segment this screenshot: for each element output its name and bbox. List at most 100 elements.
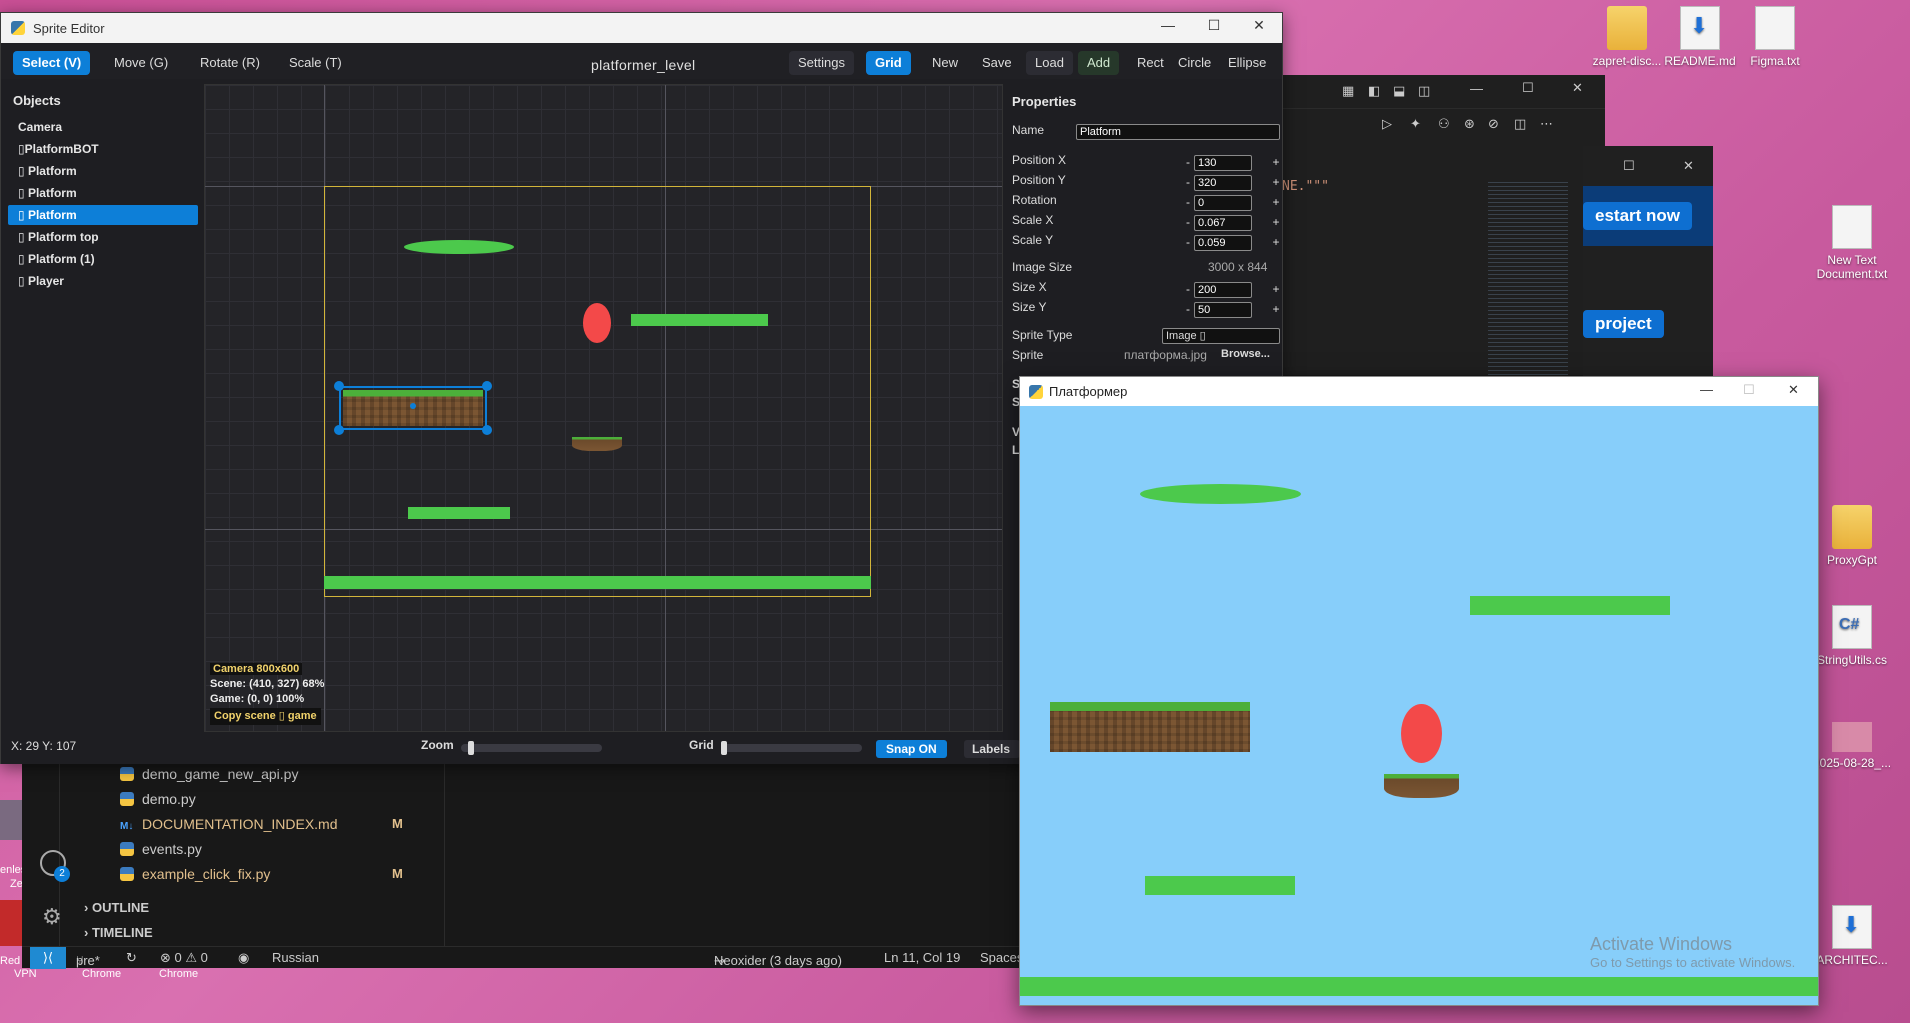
add-rect-button[interactable]: Rect — [1128, 51, 1173, 75]
position-x-plus[interactable]: + — [1270, 155, 1282, 169]
desktop-icon-architecture[interactable]: ARCHITEC... — [1807, 905, 1897, 967]
position-x-input[interactable]: 130 — [1194, 155, 1252, 171]
maximize-icon[interactable]: ☐ — [1522, 80, 1534, 96]
desktop-icon-screenshot[interactable]: 2025-08-28_... — [1807, 712, 1897, 770]
scale-x-plus[interactable]: + — [1270, 215, 1282, 229]
indentation-status[interactable]: Spaces — [980, 950, 1023, 965]
gear-icon[interactable]: ⚙ — [42, 904, 62, 930]
zoom-slider-knob[interactable] — [468, 741, 474, 755]
game-canvas[interactable]: Activate Windows Go to Settings to activ… — [1020, 406, 1818, 1006]
open-project-button[interactable]: project — [1583, 310, 1664, 338]
explorer-file-item[interactable]: demo_game_new_api.py — [120, 766, 298, 782]
select-tool-button[interactable]: Select (V) — [13, 51, 91, 75]
desktop-icon-proxygpt[interactable]: ProxyGpt — [1807, 505, 1897, 567]
maximize-icon[interactable]: ☐ — [1199, 17, 1229, 34]
sync-icon[interactable]: ↻ — [126, 950, 137, 966]
vpn-app-icon[interactable] — [0, 900, 22, 946]
object-item-platform-top[interactable]: ▯ Platform top — [8, 227, 198, 247]
explorer-file-item[interactable]: M↓ DOCUMENTATION_INDEX.md — [120, 816, 338, 832]
outline-section[interactable]: › OUTLINE — [84, 900, 149, 915]
object-item-player[interactable]: ▯ Player — [8, 271, 198, 291]
rotation-plus[interactable]: + — [1270, 195, 1282, 209]
save-button[interactable]: Save — [973, 51, 1021, 75]
problems-status[interactable]: ⊗ 0 ⚠ 0 — [160, 950, 208, 966]
browse-button[interactable]: Browse... — [1221, 348, 1270, 360]
grid-slider-knob[interactable] — [721, 741, 727, 755]
rotation-input[interactable]: 0 — [1194, 195, 1252, 211]
panel-toggle-icon[interactable]: ⬓ — [1393, 83, 1405, 99]
diff-icon[interactable]: ⚇ — [1438, 116, 1450, 132]
load-button[interactable]: Load — [1026, 51, 1073, 75]
scale-tool-button[interactable]: Scale (T) — [280, 51, 351, 75]
desktop-icon-figma[interactable]: Figma.txt — [1730, 6, 1820, 68]
player-sprite[interactable] — [583, 303, 611, 343]
language-status[interactable]: Russian — [272, 950, 319, 965]
move-tool-button[interactable]: Move (G) — [105, 51, 177, 75]
restart-now-button[interactable]: estart now — [1583, 202, 1693, 230]
object-item-platformbot[interactable]: ▯PlatformBOT — [8, 139, 198, 159]
size-y-minus[interactable]: - — [1182, 302, 1194, 316]
position-y-plus[interactable]: + — [1270, 175, 1282, 189]
maximize-icon[interactable]: ☐ — [1743, 382, 1755, 398]
desktop-app-icon[interactable] — [0, 800, 22, 840]
object-item-platform-1[interactable]: ▯ Platform (1) — [8, 249, 198, 269]
add-circle-button[interactable]: Circle — [1169, 51, 1220, 75]
sprite-type-select[interactable]: Image ▯ — [1162, 328, 1280, 344]
pivot-point[interactable] — [410, 403, 416, 409]
ellipse-platform[interactable] — [404, 240, 514, 254]
position-x-minus[interactable]: - — [1182, 155, 1194, 169]
scale-y-minus[interactable]: - — [1182, 235, 1194, 249]
size-x-input[interactable]: 200 — [1194, 282, 1252, 298]
scene-canvas[interactable]: Camera 800x600 Scene: (410, 327) 68% Gam… — [204, 84, 1003, 732]
close-icon[interactable]: ✕ — [1788, 382, 1799, 398]
remote-icon[interactable]: ⟩⟨ — [30, 947, 66, 969]
close-icon[interactable]: ✕ — [1244, 17, 1274, 34]
scale-y-input[interactable]: 0.059 — [1194, 235, 1252, 251]
add-button[interactable]: Add — [1078, 51, 1120, 75]
layout-icon[interactable]: ▦ — [1342, 83, 1354, 99]
scale-x-input[interactable]: 0.067 — [1194, 215, 1252, 231]
platform-bottom[interactable] — [324, 576, 871, 589]
resize-handle[interactable] — [482, 381, 492, 391]
openai-icon[interactable]: ⊛ — [1464, 116, 1475, 132]
eye-off-icon[interactable]: ⊘ — [1488, 116, 1499, 132]
close-icon[interactable]: ✕ — [1683, 158, 1694, 174]
sidebar-toggle-icon[interactable]: ◧ — [1368, 83, 1380, 99]
size-y-plus[interactable]: + — [1270, 302, 1282, 316]
new-button[interactable]: New — [923, 51, 967, 75]
object-item-camera[interactable]: Camera — [8, 117, 198, 137]
secondary-sidebar-icon[interactable]: ◫ — [1418, 83, 1430, 99]
scale-x-minus[interactable]: - — [1182, 215, 1194, 229]
scale-y-plus[interactable]: + — [1270, 235, 1282, 249]
size-x-plus[interactable]: + — [1270, 282, 1282, 296]
resize-handle[interactable] — [482, 425, 492, 435]
minimize-icon[interactable]: — — [1153, 17, 1183, 33]
object-item-platform-selected[interactable]: ▯ Platform — [8, 205, 198, 225]
zoom-slider[interactable] — [461, 741, 602, 755]
object-item-platform[interactable]: ▯ Platform — [8, 183, 198, 203]
run-icon[interactable]: ▷ — [1382, 116, 1392, 132]
copy-scene-button[interactable]: Copy scene ▯ game — [210, 708, 321, 725]
timeline-section[interactable]: › TIMELINE — [84, 925, 153, 940]
resize-handle[interactable] — [334, 425, 344, 435]
minimize-icon[interactable]: — — [1700, 382, 1713, 397]
position-y-input[interactable]: 320 — [1194, 175, 1252, 191]
settings-button[interactable]: Settings — [789, 51, 854, 75]
size-x-minus[interactable]: - — [1182, 282, 1194, 296]
desktop-icon-stringutils[interactable]: StringUtils.cs — [1807, 605, 1897, 667]
rotate-tool-button[interactable]: Rotate (R) — [191, 51, 269, 75]
name-input[interactable]: Platform — [1076, 124, 1280, 140]
object-item-platform[interactable]: ▯ Platform — [8, 161, 198, 181]
size-y-input[interactable]: 50 — [1194, 302, 1252, 318]
desktop-icon-new-text[interactable]: New Text Document.txt — [1807, 205, 1897, 281]
explorer-file-item[interactable]: events.py — [120, 841, 202, 857]
small-grass-platform[interactable] — [572, 437, 622, 451]
close-icon[interactable]: ✕ — [1572, 80, 1583, 96]
position-y-minus[interactable]: - — [1182, 175, 1194, 189]
cursor-position[interactable]: Ln 11, Col 19 — [884, 950, 960, 965]
more-icon[interactable]: ⋯ — [1540, 116, 1553, 132]
explorer-file-item[interactable]: demo.py — [120, 791, 196, 807]
grid-size-slider[interactable] — [721, 741, 862, 755]
explorer-file-item[interactable]: example_click_fix.py — [120, 866, 270, 882]
platform-low[interactable] — [408, 507, 510, 519]
